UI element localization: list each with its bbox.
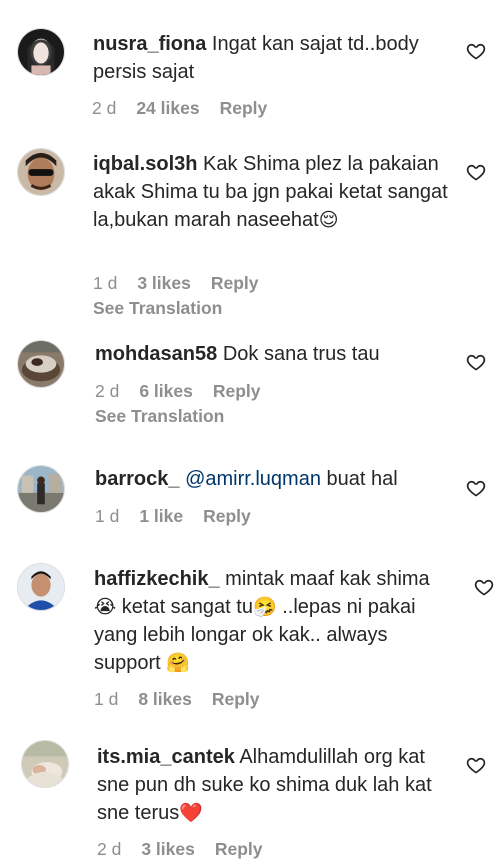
heart-outline-icon[interactable] [466,162,486,182]
avatar[interactable] [17,465,65,513]
comment-text: haffizkechik_ mintak maaf kak shima 😭 ket… [94,565,449,677]
username[interactable]: barrock_ [95,468,180,490]
comment-item: haffizkechik_ mintak maaf kak shima 😭 ket… [0,555,500,730]
see-translation-link[interactable]: See Translation [93,298,222,319]
likes-count[interactable]: 3 likes [141,839,195,860]
crying-face-emoji: 😭 [94,596,117,618]
timestamp: 1 d [94,689,119,709]
avatar-image [18,341,64,387]
avatar[interactable] [17,28,65,76]
sneezing-face-emoji: 🤧 [252,596,277,618]
comment-meta: 2 d 24 likes Reply [92,98,287,119]
hugging-face-emoji: 🤗 [166,652,190,674]
username[interactable]: iqbal.sol3h [93,153,197,175]
likes-count[interactable]: 8 likes [138,689,192,710]
comment-meta: 1 d 3 likes Reply [93,273,279,294]
avatar[interactable] [17,563,65,611]
reply-button[interactable]: Reply [220,98,268,119]
reply-button[interactable]: Reply [215,839,263,860]
comment-text: its.mia_cantek Alhamdulillah org kat sne… [97,743,452,827]
avatar[interactable] [17,148,65,196]
comment-body: its.mia_cantek Alhamdulillah org kat sne… [97,743,452,827]
see-translation-link[interactable]: See Translation [95,406,224,427]
comment-body: mohdasan58 Dok sana trus tau [95,340,450,368]
timestamp: 2 d [95,381,120,401]
relieved-face-emoji: 😌 [318,209,339,231]
timestamp: 2 d [97,839,122,859]
comment-meta: 2 d 3 likes Reply [97,839,283,860]
reply-button[interactable]: Reply [203,506,251,527]
comment-content: buat hal [326,468,398,490]
comment-item: its.mia_cantek Alhamdulillah org kat sne… [0,730,500,862]
comment-body: nusra_fiona Ingat kan sajat td..body per… [93,30,448,86]
reply-button[interactable]: Reply [211,273,259,294]
comment-meta: 1 d 8 likes Reply [94,689,280,710]
comment-content: mintak maaf kak shima [225,568,430,590]
avatar-image [22,741,68,787]
avatar[interactable] [17,340,65,388]
comment-text: nusra_fiona Ingat kan sajat td..body per… [93,30,448,86]
comment-item: nusra_fiona Ingat kan sajat td..body per… [0,0,500,140]
avatar-image [18,466,64,512]
comment-text: iqbal.sol3h Kak Shima plez la pakaian ak… [93,150,448,234]
heart-outline-icon[interactable] [466,478,486,498]
mention-link[interactable]: @amirr.luqman [185,468,321,490]
heart-outline-icon[interactable] [466,755,486,775]
comment-item: iqbal.sol3h Kak Shima plez la pakaian ak… [0,140,500,330]
comment-meta: 2 d 6 likes Reply [95,381,281,402]
comment-body: haffizkechik_ mintak maaf kak shima 😭 ket… [94,565,449,677]
comment-item: mohdasan58 Dok sana trus tau 2 d 6 likes R… [0,330,500,455]
username[interactable]: mohdasan58 [95,343,217,365]
likes-count[interactable]: 6 likes [139,381,193,402]
heart-outline-icon[interactable] [474,577,494,597]
comment-content: ketat sangat tu [121,596,253,618]
likes-count[interactable]: 3 likes [137,273,191,294]
comment-body: iqbal.sol3h Kak Shima plez la pakaian ak… [93,150,448,234]
username[interactable]: nusra_fiona [93,33,206,55]
avatar-image [18,564,64,610]
avatar-image [18,149,64,195]
avatar-image [18,29,64,75]
red-heart-emoji: ❤️ [179,802,203,824]
username[interactable]: haffizkechik_ [94,568,220,590]
heart-outline-icon[interactable] [466,352,486,372]
username[interactable]: its.mia_cantek [97,746,235,768]
likes-count[interactable]: 1 like [139,506,183,527]
timestamp: 2 d [92,98,117,118]
reply-button[interactable]: Reply [213,381,261,402]
likes-count[interactable]: 24 likes [136,98,199,119]
comment-text: mohdasan58 Dok sana trus tau [95,340,450,368]
timestamp: 1 d [95,506,120,526]
comment-text: barrock_ @amirr.luqman buat hal [95,465,450,493]
heart-outline-icon[interactable] [466,41,486,61]
comment-meta: 1 d 1 like Reply [95,506,271,527]
comment-item: barrock_ @amirr.luqman buat hal 1 d 1 lik… [0,455,500,555]
comment-body: barrock_ @amirr.luqman buat hal [95,465,450,493]
timestamp: 1 d [93,273,118,293]
reply-button[interactable]: Reply [212,689,260,710]
avatar[interactable] [21,740,69,788]
comment-content: Dok sana trus tau [222,343,380,365]
